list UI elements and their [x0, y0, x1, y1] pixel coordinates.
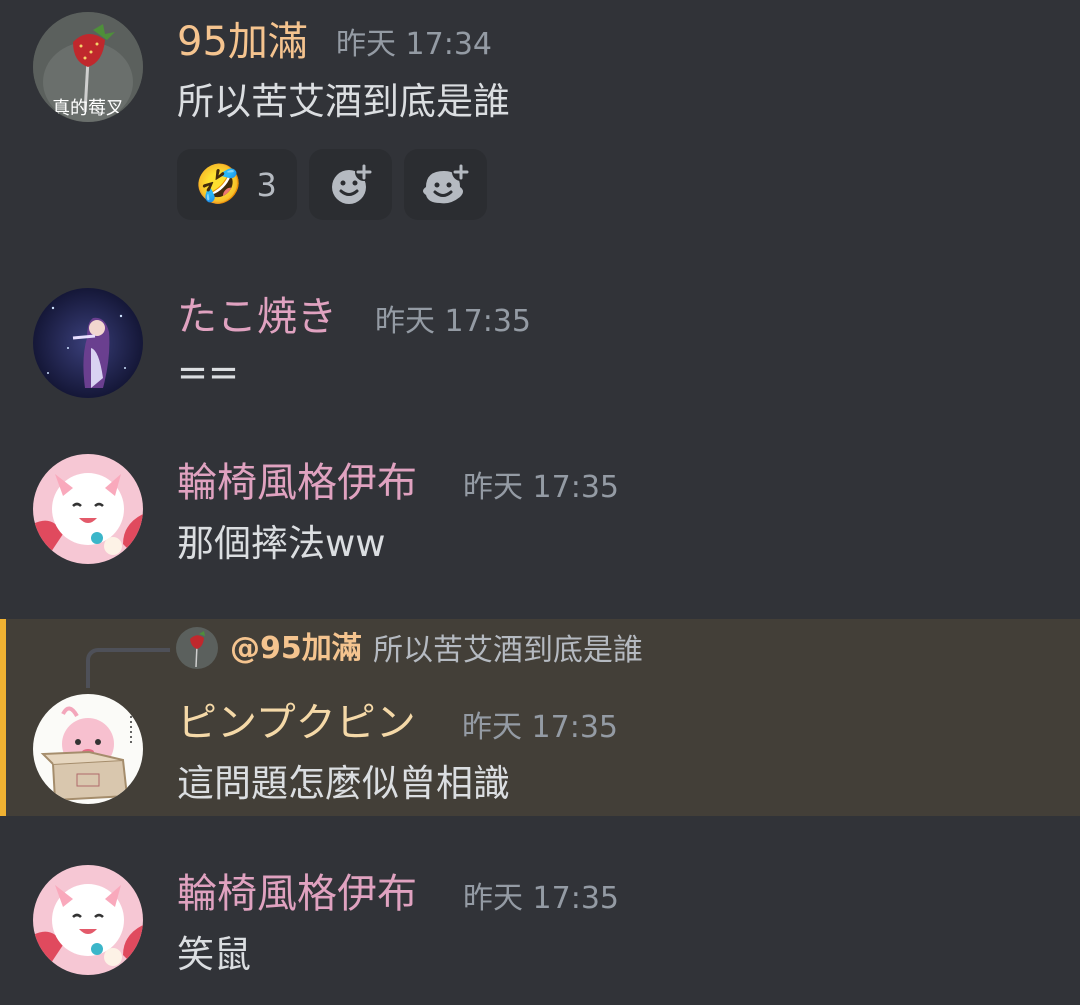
- add-super-reaction-button[interactable]: [404, 149, 487, 220]
- timestamp: 昨天 17:35: [462, 710, 618, 745]
- avatar[interactable]: [33, 288, 143, 398]
- avatar[interactable]: [33, 865, 143, 975]
- reaction-bar: 🤣 3: [177, 149, 487, 220]
- avatar-caption: 真的莓叉: [52, 98, 124, 119]
- timestamp: 昨天 17:35: [463, 470, 619, 505]
- rolling-on-floor-laughing-emoji: 🤣: [195, 162, 243, 206]
- reply-avatar[interactable]: [176, 627, 218, 669]
- pink-eevee-avatar-image: [33, 454, 143, 564]
- timestamp: 昨天 17:35: [463, 881, 619, 916]
- pink-creature-in-box-avatar-image: [33, 694, 143, 804]
- message-text: 這問題怎麼似曾相識: [177, 762, 510, 805]
- chat-message-list: 真的莓叉 95加滿 昨天 17:34 所以苦艾酒到底是誰 🤣 3 たこ焼き 昨天…: [0, 0, 1080, 1005]
- author-name[interactable]: 95加滿: [177, 18, 308, 66]
- pink-eevee-avatar-image: [33, 865, 143, 975]
- timestamp: 昨天 17:34: [336, 27, 492, 62]
- anime-girl-avatar-image: [33, 288, 143, 398]
- author-name[interactable]: 輪椅風格伊布: [177, 870, 417, 918]
- avatar[interactable]: 真的莓叉: [33, 12, 143, 122]
- timestamp: 昨天 17:35: [375, 304, 531, 339]
- reply-preview-text[interactable]: 所以苦艾酒到底是誰: [373, 631, 643, 671]
- reply-connector: [86, 648, 170, 688]
- author-name[interactable]: 輪椅風格伊布: [177, 459, 417, 507]
- avatar[interactable]: [33, 454, 143, 564]
- reply-mention[interactable]: @95加滿: [230, 629, 362, 669]
- add-reaction-button[interactable]: [309, 149, 392, 220]
- author-name[interactable]: たこ焼き: [177, 293, 337, 341]
- reaction-laughing[interactable]: 🤣 3: [177, 149, 297, 220]
- author-name[interactable]: ピンプクピン: [177, 699, 416, 747]
- mention-highlight-bar: [0, 619, 6, 816]
- avatar[interactable]: [33, 694, 143, 804]
- message-text: ==: [177, 351, 240, 394]
- add-reaction-icon: [331, 162, 373, 204]
- add-super-reaction-icon: [422, 162, 470, 203]
- strawberry-fork-avatar-image: [176, 627, 218, 669]
- message-text: 笑鼠: [177, 933, 251, 976]
- message-text: 所以苦艾酒到底是誰: [177, 80, 510, 123]
- reaction-count: 3: [256, 165, 277, 204]
- message-text: 那個摔法ww: [177, 522, 386, 565]
